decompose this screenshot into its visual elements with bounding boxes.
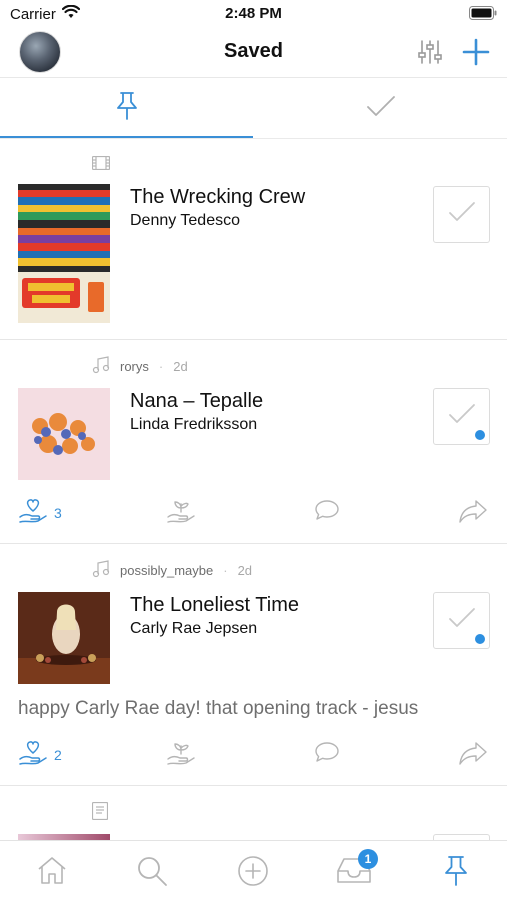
clock: 2:48 PM [225, 5, 282, 22]
spotify-icon [475, 634, 485, 644]
comment-icon[interactable] [314, 498, 340, 522]
list-item[interactable]: The Wrecking Crew Denny Tedesco [0, 140, 507, 340]
check-icon [448, 201, 476, 228]
timestamp: 2d [237, 563, 253, 578]
list-item[interactable]: possibly_maybe · 2d The Loneliest Time C… [0, 546, 507, 786]
battery-icon [469, 6, 497, 25]
check-icon [448, 403, 476, 430]
like-count: 3 [54, 504, 62, 521]
book-icon [91, 801, 109, 823]
heart-hand-icon [18, 740, 48, 769]
share-icon[interactable] [458, 498, 488, 524]
list-item[interactable] [0, 788, 507, 840]
item-comment: happy Carly Rae day! that opening track … [18, 698, 419, 719]
add-circle-icon[interactable] [237, 855, 269, 892]
mark-done-checkbox[interactable] [433, 592, 490, 649]
mark-done-checkbox[interactable] [433, 388, 490, 445]
meta-separator: · [158, 359, 164, 374]
like-count: 2 [54, 746, 62, 763]
like-button[interactable]: 3 [18, 498, 62, 527]
film-icon [91, 155, 111, 173]
meta-separator: · [223, 563, 228, 578]
pin-icon[interactable] [442, 855, 470, 892]
nav-bar: Saved [0, 28, 507, 78]
item-title[interactable]: Nana – Tepalle [130, 390, 263, 413]
username[interactable]: possibly_maybe [120, 563, 213, 578]
item-actions: 2 [0, 740, 507, 770]
music-note-icon [92, 560, 110, 581]
like-button[interactable]: 2 [18, 740, 62, 769]
timestamp: 2d [173, 359, 188, 374]
cover-image[interactable] [18, 184, 110, 323]
bottom-tab-bar: 1 [0, 840, 507, 900]
item-title[interactable]: The Wrecking Crew [130, 186, 305, 209]
add-icon[interactable] [462, 38, 490, 71]
status-bar: Carrier 2:48 PM [0, 0, 507, 28]
filter-sliders-icon[interactable] [418, 39, 442, 70]
music-note-icon [92, 356, 110, 377]
item-artist: Carly Rae Jepsen [130, 620, 258, 637]
heart-hand-icon [18, 498, 48, 527]
tab-pinned[interactable] [0, 79, 253, 137]
check-icon [366, 94, 396, 123]
cover-image[interactable] [18, 388, 110, 480]
item-title[interactable]: The Loneliest Time [130, 594, 299, 617]
pin-icon [114, 91, 140, 126]
item-artist: Linda Fredriksson [130, 416, 258, 433]
check-icon [448, 607, 476, 634]
tab-done[interactable] [254, 79, 507, 137]
search-icon[interactable] [136, 855, 168, 892]
plant-icon[interactable] [166, 740, 196, 766]
active-tab-indicator [0, 136, 253, 138]
inbox-badge: 1 [358, 849, 378, 869]
cover-image[interactable] [18, 592, 110, 684]
comment-icon[interactable] [314, 740, 340, 764]
item-artist: Denny Tedesco [130, 212, 240, 229]
share-icon[interactable] [458, 740, 488, 766]
spotify-icon [475, 430, 485, 440]
item-actions: 3 [0, 498, 507, 528]
list-item[interactable]: rorys · 2d Nana – Tepalle Linda Fredriks… [0, 342, 507, 544]
username[interactable]: rorys [120, 359, 149, 374]
mark-done-checkbox[interactable] [433, 186, 490, 243]
inbox-icon[interactable]: 1 [336, 849, 378, 890]
plant-icon[interactable] [166, 498, 196, 524]
saved-tabs [0, 79, 507, 139]
home-icon[interactable] [36, 855, 68, 890]
